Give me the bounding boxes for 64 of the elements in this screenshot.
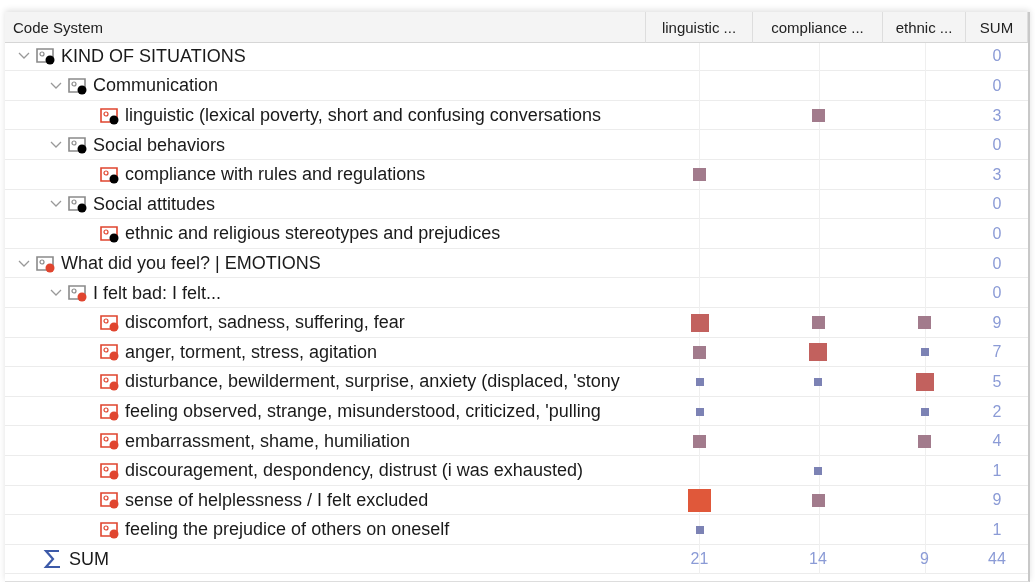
code-label[interactable]: What did you feel? | EMOTIONS (61, 253, 321, 275)
frequency-square (918, 316, 931, 330)
frequency-square (809, 343, 827, 362)
sum-value: 4 (992, 432, 1002, 451)
code-label[interactable]: Social attitudes (93, 193, 216, 215)
sum-value: 3 (992, 165, 1002, 184)
frequency-square (920, 407, 929, 416)
sum-value: 9 (992, 313, 1002, 332)
frequency-square (811, 493, 825, 507)
sum-value: 0 (992, 254, 1002, 273)
frequency-square (695, 525, 704, 534)
frequency-square (688, 488, 711, 512)
code-label[interactable]: sense of helplessness / I felt excluded (125, 489, 429, 511)
frequency-square (918, 434, 931, 448)
frequency-square (814, 466, 822, 475)
sum-value: 0 (992, 195, 1002, 214)
sum-value: 44 (988, 550, 1006, 569)
code-label[interactable]: Communication (93, 75, 219, 97)
code-label[interactable]: compliance with rules and regulations (125, 164, 426, 186)
frequency-square (693, 345, 706, 359)
sum-value: 7 (992, 343, 1002, 362)
frequency-square (920, 348, 929, 357)
sum-value: 0 (992, 77, 1002, 95)
column-header[interactable]: SUM (966, 12, 1028, 43)
frequency-square (915, 372, 934, 391)
sum-value: 0 (992, 224, 1002, 243)
frequency-square (695, 377, 704, 386)
code-label[interactable]: discouragement, despondency, distrust (i was exhausted) (125, 460, 583, 482)
frequency-square (811, 109, 825, 123)
sum-value: 2 (992, 402, 1002, 421)
sum-value: 0 (992, 284, 1002, 303)
frequency-square (690, 313, 709, 332)
code-label[interactable]: embarrassment, shame, humiliation (125, 430, 411, 452)
frequency-square (695, 407, 704, 416)
sum-value: 5 (992, 372, 1002, 391)
code-label[interactable]: discomfort, sadness, suffering, fear (125, 312, 405, 334)
code-label[interactable]: feeling observed, strange, misunderstood, criticized, 'pulling (125, 401, 601, 422)
code-label[interactable]: ethnic and religious stereotypes and prejudices (125, 223, 501, 245)
sum-value: 9 (920, 550, 929, 569)
frequency-square (693, 434, 706, 448)
sum-value: 0 (992, 47, 1002, 66)
sum-value: 1 (992, 461, 1002, 480)
sum-label: SUM (69, 549, 109, 570)
code-label[interactable]: I felt bad: I felt... (93, 282, 222, 304)
column-header[interactable]: compliance ... (753, 12, 883, 43)
code-label[interactable]: linguistic (lexical poverty, short and confusing conversations (125, 105, 601, 127)
sum-value: 0 (992, 136, 1002, 155)
frequency-square (811, 316, 825, 330)
frequency-square (814, 377, 822, 386)
code-label[interactable]: disturbance, bewilderment, surprise, anxiety (displaced, 'stony (125, 371, 620, 393)
code-label[interactable]: feeling the prejudice of others on oneself (125, 519, 450, 541)
sum-value: 9 (992, 491, 1002, 510)
sum-value: 3 (992, 106, 1002, 125)
sum-value: 21 (690, 550, 709, 569)
code-label[interactable]: Social behaviors (93, 134, 226, 156)
sum-value: 14 (809, 550, 827, 569)
code-label[interactable]: KIND OF SITUATIONS (61, 45, 246, 67)
column-header[interactable]: Code System (5, 12, 646, 43)
frequency-square (693, 168, 706, 182)
sigma-icon (43, 548, 63, 571)
column-header[interactable]: ethnic ... (883, 12, 966, 43)
code-label[interactable]: anger, torment, stress, agitation (125, 341, 378, 363)
sum-value: 1 (992, 520, 1002, 539)
column-header[interactable]: linguistic ... (646, 12, 753, 43)
